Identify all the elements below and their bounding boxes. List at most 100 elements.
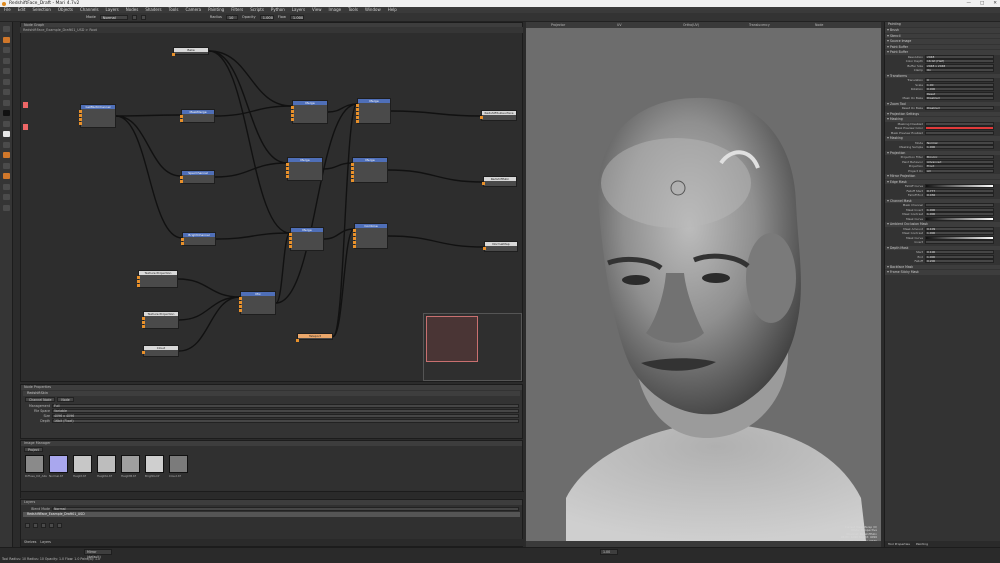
properties-value[interactable]: 0.036 bbox=[925, 193, 994, 198]
node-input-port[interactable] bbox=[137, 276, 140, 279]
properties-value[interactable]: 2048 x 2048 bbox=[925, 63, 994, 68]
properties-section[interactable]: Mirror Projection bbox=[885, 174, 1000, 179]
node-input-port[interactable] bbox=[296, 339, 299, 342]
node-input-port[interactable] bbox=[289, 241, 292, 244]
node-input-port[interactable] bbox=[286, 163, 289, 166]
property-value[interactable]: Full bbox=[52, 403, 519, 408]
node-input-port[interactable] bbox=[480, 116, 483, 119]
properties-value[interactable]: Front bbox=[925, 164, 994, 169]
image-thumbnail[interactable] bbox=[145, 455, 164, 473]
property-value[interactable]: 16bit (Float) bbox=[52, 418, 519, 423]
node-input-port[interactable] bbox=[351, 175, 354, 178]
properties-value[interactable]: 0 bbox=[925, 78, 994, 83]
node-input-port[interactable] bbox=[142, 325, 145, 328]
node-input-port[interactable] bbox=[356, 104, 359, 107]
node-input-port[interactable] bbox=[286, 175, 289, 178]
node-input-port[interactable] bbox=[286, 167, 289, 170]
properties-value[interactable]: 1.00 bbox=[925, 82, 994, 87]
graph-node-mix[interactable]: Mix bbox=[239, 291, 276, 315]
properties-value[interactable] bbox=[925, 235, 994, 240]
properties-value[interactable]: 1.000 bbox=[925, 231, 994, 236]
properties-value[interactable] bbox=[925, 121, 994, 126]
node-input-port[interactable] bbox=[239, 301, 242, 304]
properties-value[interactable]: Normal bbox=[925, 140, 994, 145]
graph-node-out3[interactable]: NormalMap bbox=[483, 241, 518, 252]
properties-value[interactable]: Disabled bbox=[925, 96, 994, 101]
graph-node-m2[interactable]: Merge bbox=[356, 98, 391, 124]
node-input-port[interactable] bbox=[180, 176, 183, 179]
properties-value[interactable]: Bicubic bbox=[925, 155, 994, 160]
properties-section[interactable]: Paint Buffer bbox=[885, 44, 1000, 49]
properties-section[interactable]: Depth Mask bbox=[885, 245, 1000, 250]
graph-node-tp1[interactable]: Texture Projection bbox=[137, 270, 178, 288]
node-input-port[interactable] bbox=[356, 108, 359, 111]
properties-value[interactable]: On bbox=[925, 68, 994, 73]
bottom-tab[interactable]: Layers bbox=[40, 539, 51, 546]
properties-section[interactable]: Edge Mask bbox=[885, 179, 1000, 184]
node-input-port[interactable] bbox=[239, 309, 242, 312]
minimap-viewport[interactable] bbox=[426, 316, 478, 362]
properties-section[interactable]: Projection bbox=[885, 150, 1000, 155]
graph-node-spec[interactable]: SpecChannel bbox=[180, 170, 215, 184]
node-input-port[interactable] bbox=[351, 167, 354, 170]
node-input-port[interactable] bbox=[356, 120, 359, 123]
node-input-port[interactable] bbox=[289, 233, 292, 236]
node-input-port[interactable] bbox=[142, 321, 145, 324]
node-input-port[interactable] bbox=[351, 179, 354, 182]
node-input-port[interactable] bbox=[351, 163, 354, 166]
node-input-port[interactable] bbox=[356, 116, 359, 119]
mirror-select[interactable]: Mirror (default) bbox=[84, 549, 112, 559]
node-input-port[interactable] bbox=[239, 305, 242, 308]
graph-node-cloud[interactable]: Cloud bbox=[142, 345, 179, 357]
layer-mask-icon[interactable] bbox=[33, 523, 38, 528]
layer-row[interactable]: RedshiftFace_Example_Draft01_USD bbox=[23, 512, 520, 517]
property-value[interactable]: Variable bbox=[52, 408, 519, 413]
image-thumbnail[interactable] bbox=[97, 455, 116, 473]
properties-value[interactable]: 1.000 bbox=[925, 207, 994, 212]
node-input-port[interactable] bbox=[291, 114, 294, 117]
blend-mode-select[interactable]: Normal bbox=[52, 506, 519, 511]
properties-value[interactable]: 16 bit (Half) bbox=[925, 59, 994, 64]
node-input-port[interactable] bbox=[353, 241, 356, 244]
properties-section[interactable]: Masking bbox=[885, 117, 1000, 122]
graph-node-src[interactable]: GetMultiChannel bbox=[79, 104, 116, 128]
properties-value[interactable]: 1.000 bbox=[925, 145, 994, 150]
graph-node-bright[interactable]: BrightChannel bbox=[181, 232, 216, 246]
properties-section[interactable]: Paint Buffer bbox=[885, 50, 1000, 55]
node-properties-tab[interactable]: Channel Node bbox=[25, 397, 56, 402]
image-thumbnail[interactable] bbox=[25, 455, 44, 473]
properties-value[interactable]: 0.777 bbox=[925, 188, 994, 193]
node-properties-section[interactable]: RedshiftSkin bbox=[23, 391, 520, 396]
node-input-port[interactable] bbox=[351, 171, 354, 174]
properties-section[interactable]: Projection Settings bbox=[885, 111, 1000, 116]
properties-section[interactable]: Transforms bbox=[885, 73, 1000, 78]
delete-layer-icon[interactable] bbox=[57, 523, 62, 528]
zoom-field[interactable]: 1.00 bbox=[600, 549, 618, 555]
properties-value[interactable]: 1.000 bbox=[925, 254, 994, 259]
node-input-port[interactable] bbox=[291, 106, 294, 109]
node-input-port[interactable] bbox=[180, 115, 183, 118]
node-input-port[interactable] bbox=[137, 280, 140, 283]
graph-node-m4[interactable]: Merge bbox=[351, 157, 388, 183]
node-input-port[interactable] bbox=[353, 245, 356, 248]
properties-section[interactable]: Source Image bbox=[885, 39, 1000, 44]
node-input-port[interactable] bbox=[180, 119, 183, 122]
image-thumbnail[interactable] bbox=[49, 455, 68, 473]
graph-minimap[interactable] bbox=[423, 313, 522, 381]
node-input-port[interactable] bbox=[180, 180, 183, 183]
graph-node-m1[interactable]: Merge bbox=[291, 100, 328, 124]
node-input-port[interactable] bbox=[483, 247, 486, 250]
node-input-port[interactable] bbox=[142, 351, 145, 354]
properties-section[interactable]: Stencil bbox=[885, 33, 1000, 38]
properties-section[interactable]: Channel Mask bbox=[885, 198, 1000, 203]
properties-value[interactable]: Reset bbox=[925, 91, 994, 96]
properties-value[interactable] bbox=[925, 240, 994, 245]
properties-section[interactable]: Frame Sticky Mask bbox=[885, 270, 1000, 275]
graph-node-mask[interactable]: MaskMerge bbox=[180, 109, 215, 123]
property-value[interactable]: 4096 x 4096 bbox=[52, 413, 519, 418]
add-layer-icon[interactable] bbox=[25, 523, 30, 528]
properties-value[interactable] bbox=[925, 203, 994, 208]
node-input-port[interactable] bbox=[79, 110, 82, 113]
node-input-port[interactable] bbox=[172, 53, 175, 56]
image-manager-tab[interactable]: Project bbox=[24, 447, 43, 452]
